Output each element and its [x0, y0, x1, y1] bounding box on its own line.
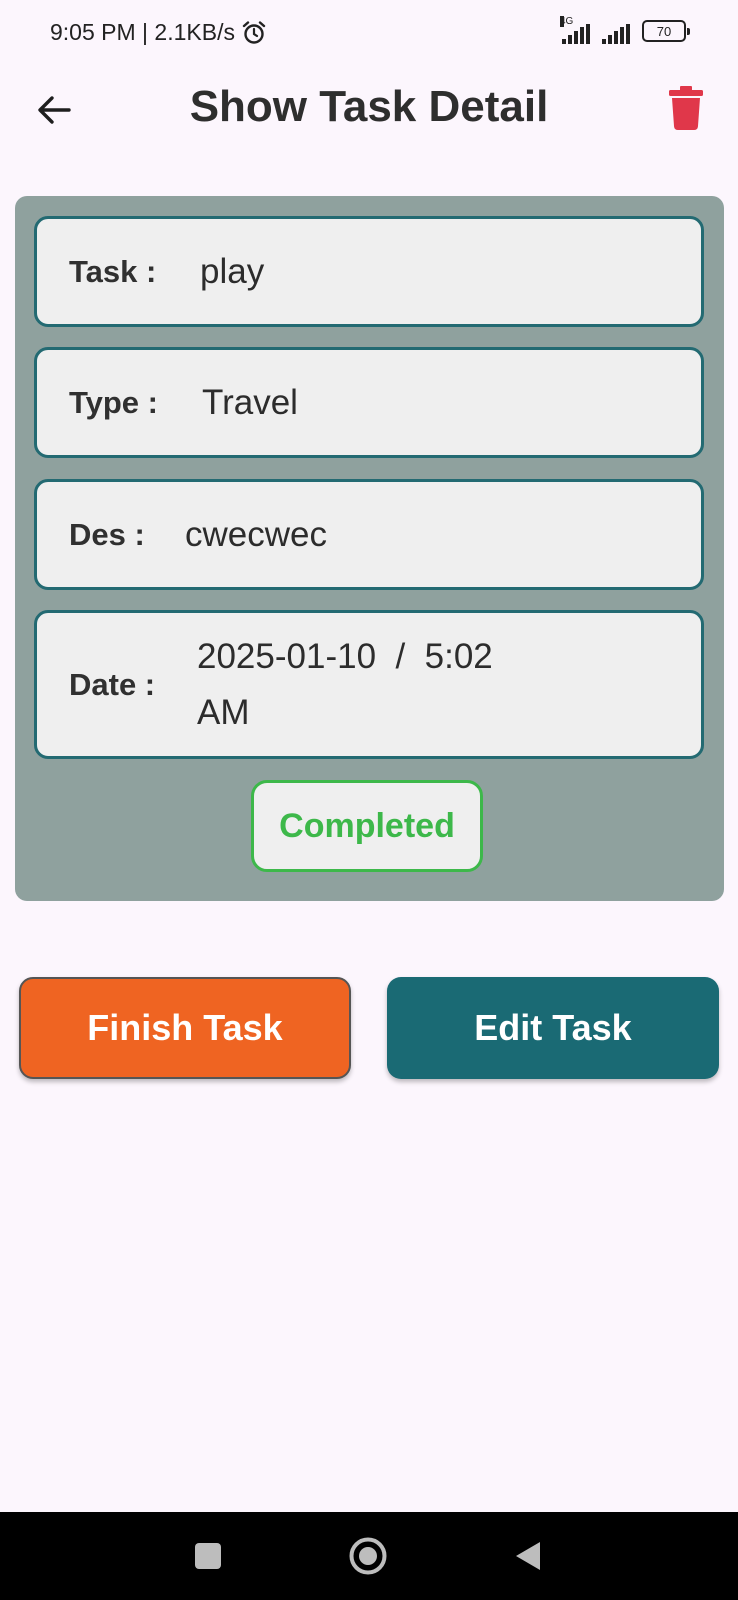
- status-bar: 9:05 PM | 2.1KB/s 4G 70: [0, 0, 738, 68]
- type-value: Travel: [202, 383, 298, 422]
- nav-back-button[interactable]: [483, 1512, 573, 1600]
- type-label: Type :: [69, 385, 158, 420]
- trash-icon: [669, 86, 703, 130]
- home-circle-icon: [349, 1537, 387, 1575]
- status-right: 4G 70: [560, 16, 690, 44]
- home-button[interactable]: [323, 1512, 413, 1600]
- signal-icon: [602, 18, 630, 44]
- task-detail-card: Task : play Type : Travel Des : cwecwec …: [15, 196, 724, 901]
- status-time-speed: 9:05 PM | 2.1KB/s: [50, 19, 235, 45]
- back-triangle-icon: [516, 1542, 540, 1570]
- app-bar: Show Task Detail: [0, 68, 738, 168]
- description-field: Des : cwecwec: [34, 479, 704, 590]
- task-value: play: [200, 252, 265, 291]
- status-left: 9:05 PM | 2.1KB/s: [50, 19, 267, 46]
- description-value: cwecwec: [185, 515, 327, 554]
- description-label: Des :: [69, 517, 145, 552]
- system-nav-bar: [0, 1512, 738, 1600]
- signal-4g-icon: 4G: [560, 16, 590, 44]
- task-field: Task : play: [34, 216, 704, 327]
- recents-square-icon: [195, 1543, 221, 1569]
- date-label: Date :: [69, 667, 156, 702]
- finish-task-button[interactable]: Finish Task: [19, 977, 351, 1079]
- alarm-clock-icon: [242, 20, 266, 44]
- page-title: Show Task Detail: [189, 82, 549, 131]
- recents-button[interactable]: [163, 1512, 253, 1600]
- type-field: Type : Travel: [34, 347, 704, 458]
- battery-icon: 70: [642, 20, 690, 42]
- network-type-label: 4G: [560, 16, 574, 27]
- date-value-line2: AM: [197, 693, 250, 732]
- task-detail-screen: 9:05 PM | 2.1KB/s 4G 70 Show Task Detail…: [0, 0, 738, 1600]
- date-value-line1: 2025-01-10 / 5:02: [197, 637, 493, 676]
- task-label: Task :: [69, 254, 157, 289]
- delete-button[interactable]: [662, 82, 710, 134]
- battery-level: 70: [656, 23, 672, 39]
- edit-task-button[interactable]: Edit Task: [387, 977, 719, 1079]
- status-badge: Completed: [251, 780, 483, 872]
- date-field: Date : 2025-01-10 / 5:02 AM: [34, 610, 704, 759]
